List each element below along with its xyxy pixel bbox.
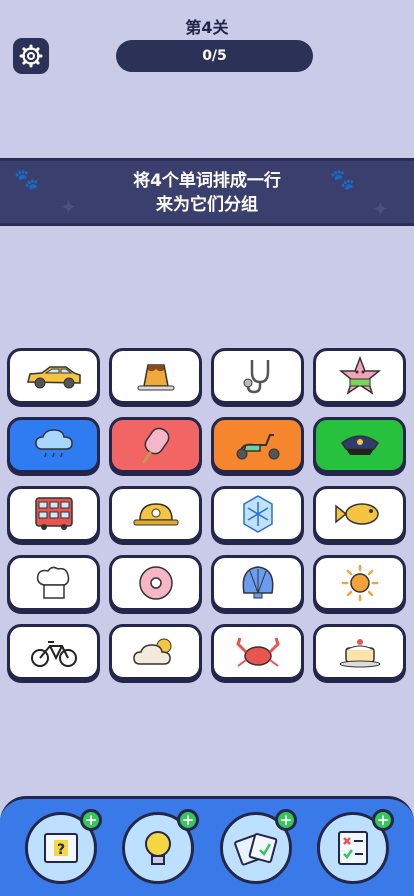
donut-icon: [138, 566, 173, 600]
tile-sun[interactable]: [313, 555, 406, 611]
gear-icon: [19, 44, 43, 68]
tile-starfish[interactable]: [313, 348, 406, 404]
scooter-icon: [236, 434, 279, 460]
tile-bus[interactable]: [7, 486, 100, 542]
tile-pudding[interactable]: [109, 348, 202, 404]
hint-card-icon: ?: [44, 833, 78, 863]
tile-car[interactable]: [7, 348, 100, 404]
chef-hat-icon: [36, 566, 69, 599]
pudding-icon: [137, 364, 174, 391]
tile-scooter[interactable]: [211, 417, 304, 473]
checklist-powerup-button[interactable]: +: [317, 809, 394, 884]
idea-powerup-button[interactable]: +: [122, 809, 199, 884]
sun-icon: [341, 564, 378, 602]
add-idea-plus-icon[interactable]: +: [177, 809, 199, 831]
tile-cake[interactable]: [313, 624, 406, 680]
tile-bicycle[interactable]: [7, 624, 100, 680]
fish-icon: [334, 503, 379, 525]
instruction-line-1: 将4个单词排成一行: [133, 171, 281, 191]
tile-popsicle[interactable]: [109, 417, 202, 473]
level-title: 第4关: [185, 18, 229, 37]
tile-chef-hat[interactable]: [7, 555, 100, 611]
tile-donut[interactable]: [109, 555, 202, 611]
add-checklist-plus-icon[interactable]: +: [372, 809, 394, 831]
settings-button[interactable]: [13, 38, 49, 74]
instruction-line-2: 来为它们分组: [156, 195, 258, 215]
add-hint-plus-icon[interactable]: +: [80, 809, 102, 831]
tile-snowflake[interactable]: [211, 486, 304, 542]
lightbulb-icon: [145, 831, 171, 865]
tile-fish[interactable]: [313, 486, 406, 542]
crab-icon: [235, 637, 280, 667]
cards-icon: [234, 833, 278, 866]
shell-icon: [242, 566, 273, 599]
snowflake-icon: [242, 495, 273, 533]
svg-text:?: ?: [57, 842, 65, 858]
instruction-banner: 🐾 ✦ 🐾 ✦ 将4个单词排成一行 来为它们分组: [0, 158, 414, 226]
checklist-icon: [338, 831, 368, 865]
word-tile-grid: [7, 348, 407, 680]
cake-icon: [339, 639, 380, 668]
add-cards-plus-icon[interactable]: +: [275, 809, 297, 831]
tile-hard-hat[interactable]: [109, 486, 202, 542]
hard-hat-icon: [133, 503, 178, 526]
progress-bar: 0/5: [116, 40, 313, 72]
hint-powerup-button[interactable]: ? +: [25, 809, 102, 884]
police-cap-icon: [340, 435, 379, 455]
stethoscope-icon: [243, 360, 269, 394]
popsicle-icon: [142, 427, 169, 464]
tile-police-cap[interactable]: [313, 417, 406, 473]
tile-crab[interactable]: [211, 624, 304, 680]
tile-shell[interactable]: [211, 555, 304, 611]
bus-icon: [34, 497, 73, 530]
partly-cloudy-icon: [132, 638, 171, 665]
starfish-icon: [338, 356, 381, 395]
progress-text: 0/5: [202, 48, 227, 64]
bicycle-icon: [30, 641, 77, 667]
cards-powerup-button[interactable]: +: [220, 809, 297, 884]
tile-stethoscope[interactable]: [211, 348, 304, 404]
tile-partly-cloudy[interactable]: [109, 624, 202, 680]
tile-rain-cloud[interactable]: [7, 417, 100, 473]
car-icon: [26, 366, 81, 389]
rain-cloud-icon: [34, 429, 73, 458]
